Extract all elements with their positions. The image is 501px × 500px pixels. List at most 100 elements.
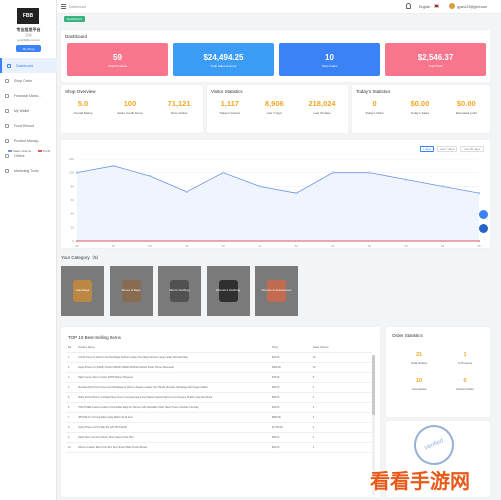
language-select[interactable]: English [419,5,430,9]
finance-icon [5,93,9,98]
kpi-total-products: 59 Total Products [67,43,168,76]
data-point [404,178,408,181]
kpi-value: $24,494.25 [203,53,244,62]
flag-icon[interactable] [434,4,439,8]
table-cell: 1 [310,442,372,453]
sidebar-item-2[interactable]: Financial Mana... [0,88,57,103]
y-tick-label: 40 [71,212,75,216]
avatar[interactable] [449,3,455,9]
watermark: 看看手游网 [370,468,470,493]
sidebar-item-label: Financial Mana... [14,93,41,98]
data-point [477,239,481,243]
sidebar-item-3[interactable]: My Wallet [0,103,57,118]
table-row[interactable]: 9 Ralph Men's Denim Pullover Short Sleeve… [66,432,372,443]
dashboard-title: Dashboard [65,34,88,39]
category-item[interactable]: Handbags [61,266,104,316]
legend-profit[interactable]: Profit [38,149,50,153]
stat-credit: 100 Seller Credit Score [117,99,143,115]
today-statistics-card: Today's Statistics 0 Today's Order $0.00 T… [352,85,490,133]
tab-dashboard[interactable]: Dashboard [64,16,85,22]
table-row[interactable]: 7 IPHONE 12 11 Compatible Apple Watch 40 … [66,412,372,423]
category-item[interactable]: Shoes & Bags [109,266,153,316]
top-products-table: Rk Product Name Price Sales Volume 1 CCCD Pu… [66,344,372,453]
stat-follow: 71,121 Store Follow [167,99,191,115]
dashboard-icon [7,63,11,68]
table-cell: TOM TIGER Loafers Leather Comfortable Ba… [76,402,270,413]
category-label: Men's Clothing [169,288,190,292]
chat-fab-button[interactable] [479,210,488,219]
shop-overview-title: Shop Overview [65,89,96,94]
category-item[interactable]: Women's Clothing [206,266,250,316]
table-row[interactable]: 3 Ralph Lauren Men's Cotton POPS Blazer (… [66,372,372,383]
table-cell: Apple iPhone 13 Pro Max 5G 128 256 512GB [76,422,270,433]
sidebar-item-7[interactable]: Marketing Tools [0,163,57,178]
data-point [331,239,334,243]
table-cell: $1,789.99 [269,422,311,433]
column-header: Product Name [76,344,270,353]
sidebar-item-label: Others [14,153,25,158]
sidebar-item-5[interactable]: Product Manag... [0,133,57,148]
y-tick-label: 20 [71,225,75,229]
x-tick-label: 05 [477,244,481,248]
bell-icon[interactable] [406,3,411,9]
table-cell: 4 [66,382,77,393]
table-cell: Women Leather Belt Cross Slim Grey Brown… [76,442,270,453]
order-statistics-card: Order Statistics [386,327,490,417]
y-tick-label: 80 [71,184,75,188]
table-row[interactable]: 10 Women Leather Belt Cross Slim Grey Bro… [66,442,372,453]
kpi-label: Total Sales Amount [210,64,237,68]
visitor-statistics-title: Visitor Statistics [211,89,243,94]
table-cell: 5 [310,372,372,383]
table-cell: 8 [66,422,77,433]
order-statistics-title: Order Statistics [392,333,423,338]
table-row[interactable]: 8 Apple iPhone 13 Pro Max 5G 128 256 512G… [66,422,372,433]
data-point [75,239,79,243]
y-tick-label: 100 [69,171,74,175]
data-point [441,239,444,243]
range-last-7-button[interactable]: Last 7 days [437,146,457,152]
tab-bar: Dashboard [57,14,501,25]
sidebar-item-4[interactable]: Fund Record [0,118,57,133]
table-cell: 5 [66,392,77,403]
sidebar-item-1[interactable]: Shop Order [0,73,57,88]
stat-last-30-days: 218,024 Last 30 days [308,99,336,115]
kpi-label: Total Profit [428,64,443,68]
data-point [258,239,261,243]
stat-rating: 5.0 Overall Rating [73,99,93,115]
today-statistics-title: Today's Statistics [356,89,391,94]
table-cell: 7 [66,412,77,423]
menu-icon[interactable] [61,4,66,9]
legend-sales[interactable]: Sales Volume [8,149,31,153]
kpi-total-profit: $2,546.37 Total Profit [385,43,486,76]
x-tick-label: 03 [404,244,408,248]
table-cell: 4 [310,382,372,393]
table-cell: $899.99 [269,412,311,423]
kpi-label: Total Orders [321,64,338,68]
wallet-icon [5,108,9,113]
table-row[interactable]: 5 ZKEL 25-6-8 Women Cocktail Party Dress … [66,392,372,403]
support-fab-button[interactable] [479,224,488,233]
data-point [441,185,444,188]
user-email[interactable]: gyan123@gml.com [457,5,487,9]
table-cell: 3 [66,372,77,383]
data-point [75,171,79,174]
table-row[interactable]: 6 TOM TIGER Loafers Leather Comfortable B… [66,402,372,413]
sales-line-chart: 120 100 80 60 40 20 006 07 08 09 10 11 12 01 02 03 04 05 [69,157,481,248]
data-point [222,239,225,243]
chart-legend: Sales Volume Profit [8,149,56,153]
range-last-30-button[interactable]: Last 30 days [460,146,484,152]
category-label: Phones & Accessories [261,288,292,292]
table-row[interactable]: 4 Montana West Tote Purses and Handbags f… [66,382,372,393]
shop-subtitle: 店铺 [25,33,32,37]
table-row[interactable]: 1 CCCD Purse for Women Set Handbags Satch… [66,352,372,363]
table-cell: 9 [66,432,77,443]
data-point [368,171,371,174]
category-item[interactable]: Phones & Accessories [255,266,298,316]
sidebar-item-0[interactable]: Dashboard [0,58,57,73]
category-item[interactable]: Men's Clothing [158,266,201,316]
my-shop-button[interactable]: My Shop [16,45,41,52]
range-7-days-button[interactable]: 7 days [420,146,434,152]
table-row[interactable]: 2 Apple iPhone 12 (64GB, 5G/4G) 256GB 128… [66,362,372,373]
column-header: Price [269,344,311,353]
data-point [112,239,115,243]
